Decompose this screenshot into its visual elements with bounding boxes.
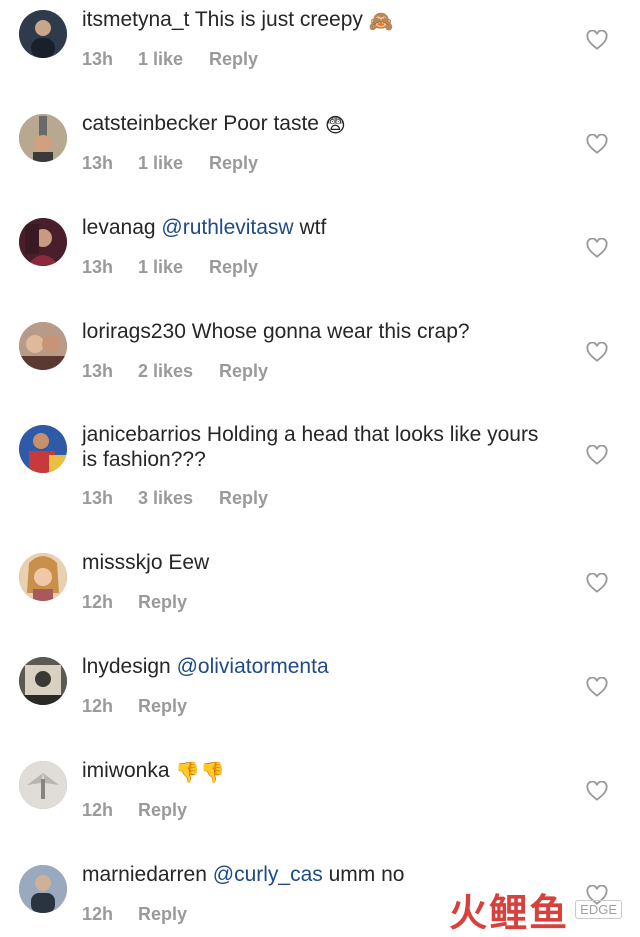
comment-body: wtf <box>299 216 327 239</box>
timestamp: 12h <box>82 592 114 612</box>
like-heart-icon[interactable] <box>586 342 608 362</box>
likes-count[interactable]: 2 likes <box>138 361 193 382</box>
reply-button[interactable]: Reply <box>209 49 258 70</box>
likes-count[interactable]: 3 likes <box>138 488 193 509</box>
comment-text: missskjo Eew <box>82 550 542 575</box>
comment-meta: 12h Reply <box>82 800 187 821</box>
avatar[interactable] <box>19 10 67 58</box>
likes-count[interactable]: 1 like <box>138 49 183 70</box>
avatar[interactable] <box>19 553 67 601</box>
avatar[interactable] <box>19 218 67 266</box>
timestamp: 13h <box>82 361 114 381</box>
like-heart-icon[interactable] <box>586 238 608 258</box>
comment-text: catsteinbecker Poor taste 😨 <box>82 111 542 136</box>
comment-body: Whose gonna wear this crap? <box>191 320 470 343</box>
comment-text: janicebarrios Holding a head that looks … <box>82 422 542 472</box>
username[interactable]: itsmetyna_t <box>82 8 189 31</box>
comment-meta: 13h 2 likes Reply <box>82 361 268 382</box>
timestamp: 12h <box>82 904 114 924</box>
like-heart-icon[interactable] <box>586 781 608 801</box>
comment-meta: 13h 1 like Reply <box>82 153 258 174</box>
username[interactable]: levanag <box>82 216 156 239</box>
username[interactable]: imiwonka <box>82 759 170 782</box>
timestamp: 13h <box>82 257 114 277</box>
timestamp: 13h <box>82 153 114 173</box>
avatar[interactable] <box>19 322 67 370</box>
reply-button[interactable]: Reply <box>219 488 268 509</box>
username[interactable]: janicebarrios <box>82 423 201 446</box>
comment-meta: 12h Reply <box>82 904 187 925</box>
username[interactable]: lnydesign <box>82 655 171 678</box>
fearful-face-emoji: 😨 <box>324 113 346 137</box>
comment-body: umm no <box>328 863 405 886</box>
likes-count[interactable]: 1 like <box>138 257 183 278</box>
username[interactable]: marniedarren <box>82 863 207 886</box>
timestamp: 13h <box>82 488 114 508</box>
watermark-logo: 火鲤鱼 <box>449 891 570 935</box>
thumbs-down-emoji: 👎👎 <box>175 760 226 784</box>
like-heart-icon[interactable] <box>586 134 608 154</box>
username[interactable]: missskjo <box>82 551 163 574</box>
mention-link[interactable]: @curly_cas <box>213 863 323 886</box>
comment-meta: 12h Reply <box>82 696 187 717</box>
comment-text: imiwonka 👎👎 <box>82 758 542 783</box>
comment-text: lnydesign @oliviatormenta <box>82 654 542 679</box>
reply-button[interactable]: Reply <box>209 257 258 278</box>
likes-count[interactable]: 1 like <box>138 153 183 174</box>
timestamp: 12h <box>82 696 114 716</box>
avatar[interactable] <box>19 425 67 473</box>
avatar[interactable] <box>19 865 67 913</box>
username[interactable]: catsteinbecker <box>82 112 217 135</box>
reply-button[interactable]: Reply <box>138 904 187 925</box>
like-heart-icon[interactable] <box>586 30 608 50</box>
mention-link[interactable]: @oliviatormenta <box>177 655 329 678</box>
comment-text: lorirags230 Whose gonna wear this crap? <box>82 319 542 344</box>
comment-body: Poor taste <box>223 112 319 135</box>
watermark-label: EDGE <box>575 900 622 919</box>
like-heart-icon[interactable] <box>586 445 608 465</box>
comment-meta: 13h 3 likes Reply <box>82 488 268 509</box>
see-no-evil-monkey-emoji: 🙈 <box>368 9 394 33</box>
timestamp: 12h <box>82 800 114 820</box>
like-heart-icon[interactable] <box>586 573 608 593</box>
reply-button[interactable]: Reply <box>219 361 268 382</box>
comment-body: Eew <box>168 551 210 574</box>
comment-meta: 13h 1 like Reply <box>82 257 258 278</box>
username[interactable]: lorirags230 <box>82 320 186 343</box>
reply-button[interactable]: Reply <box>209 153 258 174</box>
comment-meta: 13h 1 like Reply <box>82 49 258 70</box>
avatar[interactable] <box>19 114 67 162</box>
watermark: 火鲤鱼 EDGE <box>449 882 622 937</box>
comment-meta: 12h Reply <box>82 592 187 613</box>
reply-button[interactable]: Reply <box>138 696 187 717</box>
comment-text: levanag @ruthlevitasw wtf <box>82 215 542 240</box>
comment-body: This is just creepy <box>194 8 363 31</box>
reply-button[interactable]: Reply <box>138 800 187 821</box>
reply-button[interactable]: Reply <box>138 592 187 613</box>
avatar[interactable] <box>19 657 67 705</box>
like-heart-icon[interactable] <box>586 677 608 697</box>
timestamp: 13h <box>82 49 114 69</box>
avatar[interactable] <box>19 761 67 809</box>
mention-link[interactable]: @ruthlevitasw <box>161 216 293 239</box>
comment-text: itsmetyna_t This is just creepy 🙈 <box>82 7 542 32</box>
